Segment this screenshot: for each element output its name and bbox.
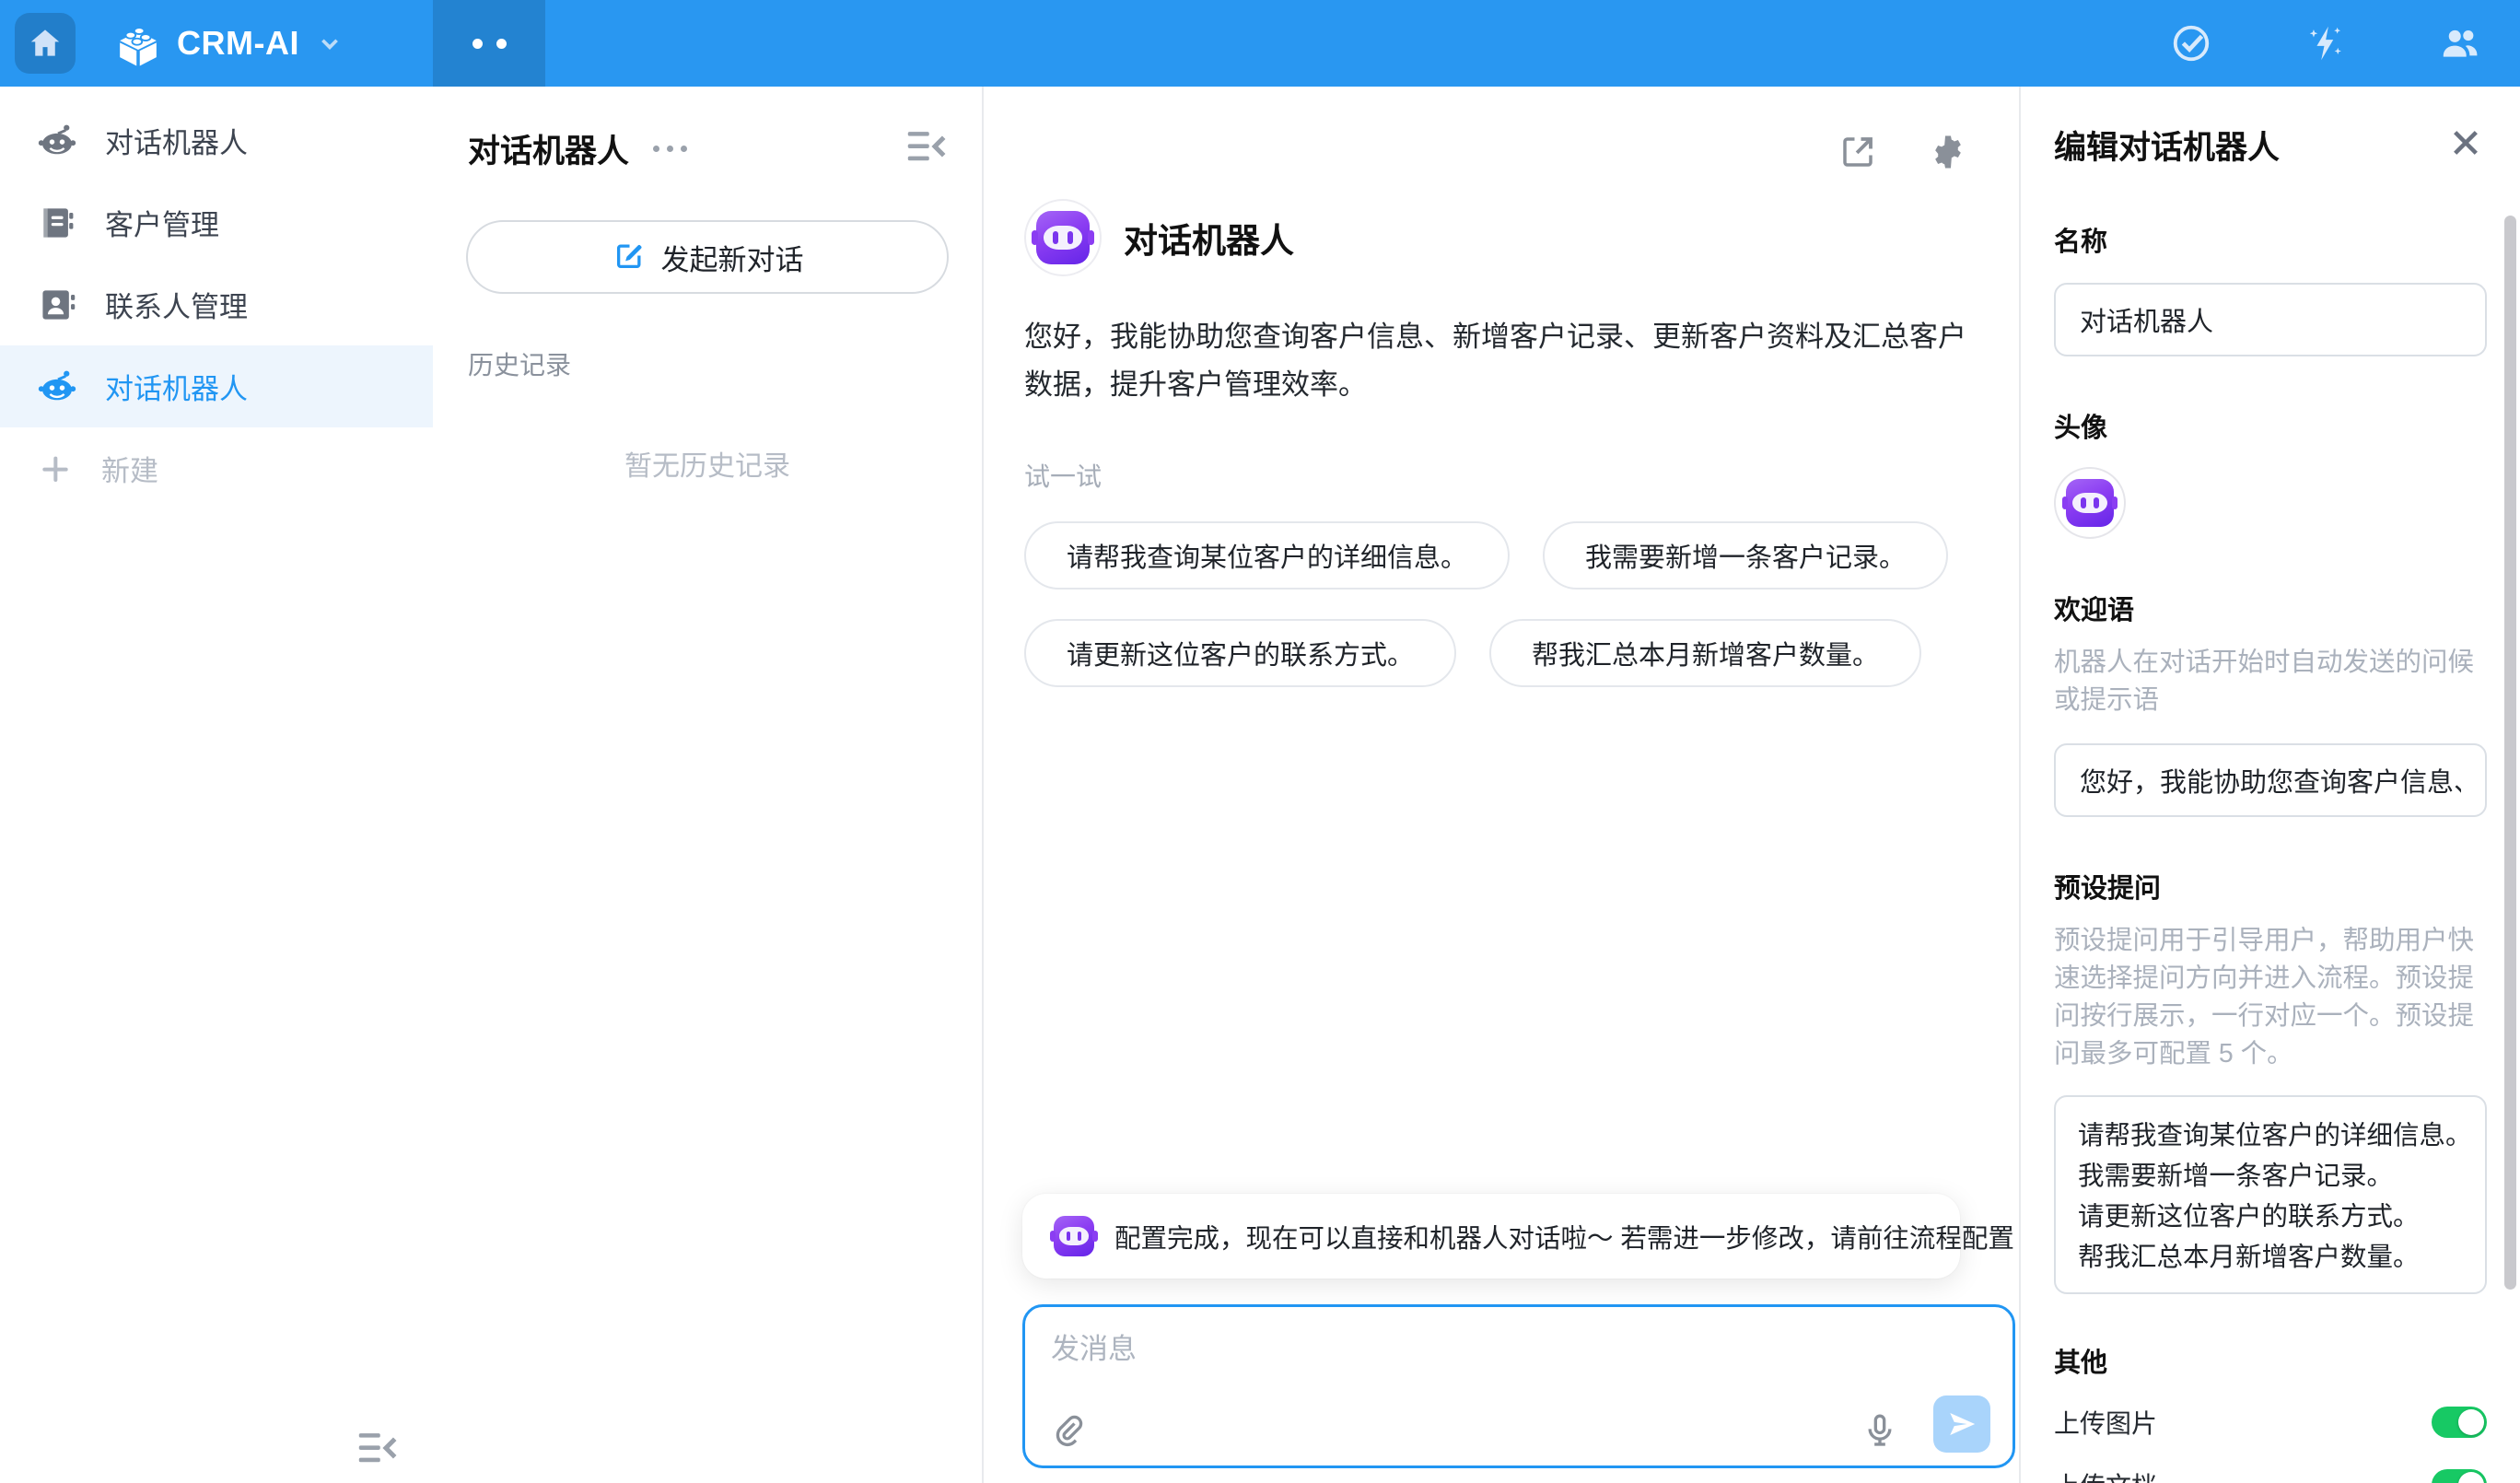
bot-avatar-small <box>1054 1216 1094 1256</box>
try-label: 试一试 <box>1024 457 1967 494</box>
collapse-panel-button[interactable] <box>906 128 949 169</box>
upload-doc-toggle[interactable] <box>2432 1469 2487 1483</box>
tab-dot <box>496 39 507 49</box>
avatar-field-label: 头像 <box>2054 406 2487 445</box>
sidebar-item-label: 客户管理 <box>105 202 219 243</box>
send-button[interactable] <box>1933 1395 1990 1453</box>
topbar: CRM-AI <box>0 0 2520 87</box>
avatar-picker[interactable] <box>2054 467 2126 539</box>
users-icon[interactable] <box>2439 22 2481 64</box>
sidebar-item-contacts[interactable]: 联系人管理 <box>0 263 433 345</box>
suggestion-pill[interactable]: 我需要新增一条客户记录。 <box>1543 521 1948 590</box>
edit-bot-panel: 编辑对话机器人 名称 头像 欢迎语 机器人在对话开始时自动发送的问候或提示语 预… <box>2019 87 2520 1483</box>
suggestion-pill[interactable]: 帮我汇总本月新增客户数量。 <box>1489 619 1921 687</box>
menu-fold-icon <box>906 128 949 165</box>
menu-fold-icon <box>357 1430 400 1466</box>
robot-icon <box>37 367 77 407</box>
bot-name: 对话机器人 <box>1124 213 1294 263</box>
toggle-row-upload-doc: 上传文档 <box>2054 1465 2487 1483</box>
close-icon <box>2450 127 2481 158</box>
sidebar-item-label: 新建 <box>101 448 158 489</box>
check-circle-icon[interactable] <box>2170 22 2212 64</box>
app-window: CRM-AI <box>0 0 2520 1483</box>
panel-scrollbar-thumb[interactable] <box>2504 216 2516 1290</box>
open-external-icon[interactable] <box>1838 133 1877 171</box>
more-options-icon[interactable] <box>653 146 687 152</box>
sidebar-item-customers[interactable]: 客户管理 <box>0 181 433 263</box>
contact-card-icon <box>37 285 77 325</box>
upload-image-toggle[interactable] <box>2432 1407 2487 1438</box>
left-sidebar: 对话机器人 客户管理 联系人管理 <box>0 87 433 1483</box>
gear-icon[interactable] <box>1929 133 1967 171</box>
sidebar-collapse-button[interactable] <box>357 1430 400 1466</box>
brick-logo-icon <box>112 18 164 69</box>
sidebar-item-chatbot[interactable]: 对话机器人 <box>0 99 433 181</box>
sidebar-item-label: 联系人管理 <box>105 284 248 325</box>
plus-icon <box>37 450 74 487</box>
bot-greeting-message: 您好，我能协助您查询客户信息、新增客户记录、更新客户资料及汇总客户数据，提升客户… <box>1024 313 1967 409</box>
sidebar-item-label: 对话机器人 <box>105 120 248 161</box>
brand[interactable]: CRM-AI <box>112 18 342 69</box>
robot-icon <box>37 121 77 161</box>
preset-questions-textarea[interactable]: 请帮我查询某位客户的详细信息。 我需要新增一条客户记录。 请更新这位客户的联系方… <box>2054 1095 2487 1294</box>
welcome-message-input[interactable] <box>2054 743 2487 817</box>
app-title: CRM-AI <box>177 24 299 63</box>
name-field-label: 名称 <box>2054 220 2487 259</box>
suggestion-pill[interactable]: 请更新这位客户的联系方式。 <box>1024 619 1456 687</box>
sidebar-item-new[interactable]: 新建 <box>0 427 433 509</box>
history-section-label: 历史记录 <box>468 345 982 382</box>
tab-dot <box>472 39 483 49</box>
suggestion-pill[interactable]: 请帮我查询某位客户的详细信息。 <box>1024 521 1510 590</box>
attachment-icon[interactable] <box>1049 1412 1086 1449</box>
bot-avatar-preview <box>2066 479 2114 527</box>
toggle-label: 上传文档 <box>2054 1466 2157 1483</box>
new-conversation-button[interactable]: 发起新对话 <box>466 220 949 294</box>
contacts-book-icon <box>37 203 77 243</box>
home-button[interactable] <box>15 13 76 74</box>
conversation-panel-title: 对话机器人 <box>468 125 629 172</box>
welcome-hint: 机器人在对话开始时自动发送的问候或提示语 <box>2054 644 2487 719</box>
microphone-icon[interactable] <box>1861 1412 1898 1449</box>
send-icon <box>1946 1408 1978 1440</box>
suggestion-list: 请帮我查询某位客户的详细信息。 我需要新增一条客户记录。 请更新这位客户的联系方… <box>1024 521 1967 687</box>
config-complete-toast: 配置完成，现在可以直接和机器人对话啦～ 若需进一步修改，请前往流程配置 <box>1022 1194 1960 1279</box>
active-app-tab[interactable] <box>433 0 545 87</box>
spark-bolt-icon[interactable] <box>2304 22 2347 64</box>
topbar-actions <box>2170 0 2481 87</box>
toggle-label: 上传图片 <box>2054 1404 2157 1441</box>
toggle-row-upload-image: 上传图片 <box>2054 1402 2487 1442</box>
bot-avatar <box>1024 199 1102 276</box>
sidebar-item-label: 对话机器人 <box>105 366 248 407</box>
home-icon <box>28 26 63 61</box>
welcome-field-label: 欢迎语 <box>2054 589 2487 627</box>
sidebar-item-chatbot-active[interactable]: 对话机器人 <box>0 345 433 427</box>
history-empty-text: 暂无历史记录 <box>433 443 982 484</box>
preset-hint: 预设提问用于引导用户，帮助用户快速选择提问方向并进入流程。预设提问按行展示，一行… <box>2054 922 2487 1073</box>
message-composer <box>1022 1304 2015 1468</box>
preset-field-label: 预设提问 <box>2054 867 2487 905</box>
edit-panel-title: 编辑对话机器人 <box>2054 122 2280 169</box>
chat-area: 对话机器人 您好，我能协助您查询客户信息、新增客户记录、更新客户资料及汇总客户数… <box>986 87 2019 1483</box>
edit-pencil-icon <box>612 240 645 274</box>
conversation-list-panel: 对话机器人 发起新对话 历史记录 暂无历史记录 <box>433 87 984 1483</box>
chevron-down-icon[interactable] <box>318 31 342 55</box>
new-conversation-label: 发起新对话 <box>661 237 804 278</box>
other-section-label: 其他 <box>2054 1341 2487 1380</box>
message-input[interactable] <box>1051 1325 1917 1390</box>
close-panel-button[interactable] <box>2450 127 2487 164</box>
bot-name-input[interactable] <box>2054 283 2487 356</box>
toast-text: 配置完成，现在可以直接和机器人对话啦～ 若需进一步修改，请前往流程配置 <box>1114 1218 2014 1255</box>
